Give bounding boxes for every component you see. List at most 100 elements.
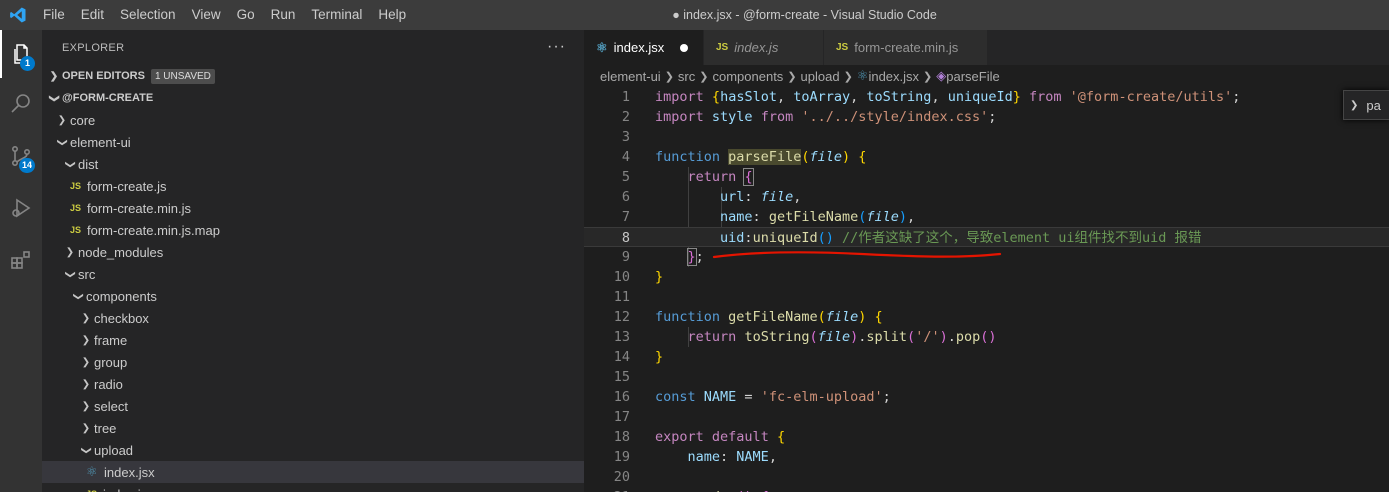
code-token: uniqueId xyxy=(947,89,1013,105)
code-token: , xyxy=(793,189,802,205)
tree-folder[interactable]: ❯ radio xyxy=(42,373,584,395)
source-control-icon[interactable]: 14 xyxy=(0,132,42,180)
tab-form-create-min-js[interactable]: JS form-create.min.js xyxy=(824,30,988,65)
line-number: 9 xyxy=(621,249,630,265)
code-text: return toString(file).split('/').pop() xyxy=(655,327,997,347)
editor-area: ⚛ index.jsx JS index.js JS form-create.min.js… xyxy=(584,30,1389,492)
line-number: 19 xyxy=(613,449,630,465)
tree-folder[interactable]: ❯ upload xyxy=(42,439,584,461)
line-number: 15 xyxy=(613,369,630,385)
explorer-header: EXPLORER ··· xyxy=(42,30,584,65)
tab-index-js[interactable]: JS index.js xyxy=(704,30,824,65)
tab-index-jsx[interactable]: ⚛ index.jsx xyxy=(584,30,704,65)
menu-item-go[interactable]: Go xyxy=(229,0,263,30)
tree-file[interactable]: JSindex.js xyxy=(42,483,584,492)
breadcrumb-item[interactable]: components xyxy=(712,69,783,84)
tree-file[interactable]: JS form-create.min.js.map xyxy=(42,219,584,241)
tree-folder[interactable]: ❯ group xyxy=(42,351,584,373)
run-debug-icon[interactable] xyxy=(0,184,42,232)
code-token: import xyxy=(655,109,704,125)
title-bar: File Edit Selection View Go Run Terminal Help ●… xyxy=(0,0,1389,30)
code-token: ; xyxy=(882,389,891,405)
code-token: file xyxy=(760,189,794,205)
chevron-right-icon: ❯ xyxy=(664,70,674,83)
code-line: 11 xyxy=(584,287,1389,307)
tree-folder[interactable]: ❯ core xyxy=(42,109,584,131)
breadcrumb-item[interactable]: parseFile xyxy=(946,69,999,84)
breadcrumb-item[interactable]: src xyxy=(678,69,695,84)
menu-item-run[interactable]: Run xyxy=(263,0,304,30)
code-text: const NAME = 'fc-elm-upload'; xyxy=(655,387,891,407)
code-token: hasSlot xyxy=(720,89,777,105)
menu-item-help[interactable]: Help xyxy=(370,0,414,30)
code-text: } xyxy=(655,347,663,367)
js-file-icon: JS xyxy=(70,181,82,191)
line-number: 13 xyxy=(613,329,630,345)
js-file-icon: JS xyxy=(70,225,82,235)
code-token: from xyxy=(1029,89,1062,105)
peek-label: pa xyxy=(1366,97,1381,113)
tree-file[interactable]: JS form-create.min.js xyxy=(42,197,584,219)
code-token: toArray xyxy=(793,89,851,105)
code-token: { xyxy=(874,309,883,325)
code-token: . xyxy=(947,329,956,345)
menu-item-file[interactable]: File xyxy=(35,0,73,30)
workspace-section[interactable]: ❯ @FORM-CREATE xyxy=(42,87,584,109)
tree-folder[interactable]: ❯ frame xyxy=(42,329,584,351)
tree-file[interactable]: ⚛ index.jsx xyxy=(42,461,584,483)
tree-item-label: form-create.js xyxy=(87,178,167,194)
tree-item-label: group xyxy=(94,354,128,370)
breadcrumb-item[interactable]: element-ui xyxy=(600,69,661,84)
breadcrumb-item[interactable]: index.jsx xyxy=(868,69,919,84)
code-editor[interactable]: 1 import {hasSlot, toArray, toString, uni… xyxy=(584,87,1389,492)
chevron-down-icon: ❯ xyxy=(56,137,68,147)
chevron-right-icon: ❯ xyxy=(81,334,91,346)
menu-item-view[interactable]: View xyxy=(184,0,229,30)
code-token: const xyxy=(655,389,696,405)
react-file-icon: ⚛ xyxy=(596,39,608,55)
extensions-icon[interactable] xyxy=(0,236,42,284)
tree-folder[interactable]: ❯ dist xyxy=(42,153,584,175)
tree-folder[interactable]: ❯ element-ui xyxy=(42,131,584,153)
code-text: return { xyxy=(655,167,754,187)
more-actions-icon[interactable]: ··· xyxy=(547,38,566,56)
tree-folder[interactable]: ❯ checkbox xyxy=(42,307,584,329)
vscode-logo-icon xyxy=(0,0,35,30)
tree-folder[interactable]: ❯ tree xyxy=(42,417,584,439)
code-token: { xyxy=(776,429,786,445)
tab-bar: ⚛ index.jsx JS index.js JS form-create.min.js xyxy=(584,30,1389,65)
code-token: } xyxy=(686,248,697,266)
code-token: 'fc-elm-upload' xyxy=(760,389,883,405)
code-token: from xyxy=(760,109,794,125)
peek-widget[interactable]: ❯ pa xyxy=(1343,90,1389,120)
search-icon[interactable] xyxy=(0,80,42,128)
tree-file[interactable]: JS form-create.js xyxy=(42,175,584,197)
code-token: function xyxy=(655,309,721,325)
menu-item-terminal[interactable]: Terminal xyxy=(303,0,370,30)
menu-item-selection[interactable]: Selection xyxy=(112,0,184,30)
explorer-icon[interactable]: 1 xyxy=(0,30,42,78)
line-number: 6 xyxy=(621,189,630,205)
tree-folder[interactable]: ❯ components xyxy=(42,285,584,307)
code-token: () xyxy=(817,230,834,246)
code-token: '/' xyxy=(915,329,940,345)
tree-item-label: form-create.min.js xyxy=(87,200,192,216)
tree-folder[interactable]: ❯ node_modules xyxy=(42,241,584,263)
code-token: : xyxy=(744,189,761,205)
breadcrumb-item[interactable]: upload xyxy=(801,69,840,84)
tree-folder[interactable]: ❯ src xyxy=(42,263,584,285)
code-token: name xyxy=(687,449,721,465)
menu-item-edit[interactable]: Edit xyxy=(73,0,112,30)
tree-folder[interactable]: ❯ select xyxy=(42,395,584,417)
unsaved-dot-icon[interactable] xyxy=(680,43,689,52)
code-text: } xyxy=(655,267,663,287)
code-token: } xyxy=(1012,89,1021,105)
open-editors-section[interactable]: ❯ OPEN EDITORS 1 UNSAVED xyxy=(42,65,584,87)
chevron-right-icon: ❯ xyxy=(57,114,67,126)
code-token: ; xyxy=(1232,89,1241,105)
code-token: ; xyxy=(695,249,704,265)
